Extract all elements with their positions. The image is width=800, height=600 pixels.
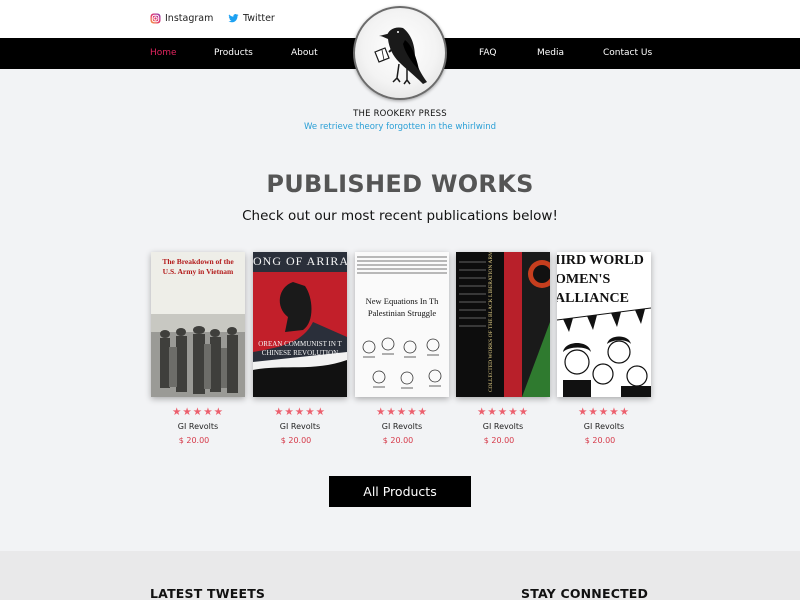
book-cover-gi-revolts[interactable]: The Breakdown of the U.S. Army in Vietna…	[151, 252, 245, 397]
product-title[interactable]: GI Revolts	[456, 422, 550, 431]
nav-about[interactable]: About	[291, 48, 318, 58]
rating-stars: ★★★★★	[171, 406, 225, 418]
nav-media[interactable]: Media	[537, 48, 564, 58]
pan-african-colors	[456, 252, 550, 397]
brand-name: THE ROOKERY PRESS	[353, 109, 447, 119]
product-price: $ 20.00	[584, 436, 616, 445]
product-price: $ 20.00	[483, 436, 515, 445]
women-illustration	[557, 307, 651, 397]
rating-stars: ★★★★★	[273, 406, 327, 418]
brand-tagline: We retrieve theory forgotten in the whir…	[303, 122, 496, 132]
twitter-link[interactable]: Twitter	[228, 13, 275, 24]
cover-title-line: Palestinian Struggle	[367, 308, 437, 318]
cover-title-line: ONG OF ARIRA	[253, 254, 347, 268]
product-price: $ 20.00	[280, 436, 312, 445]
instagram-icon	[150, 13, 161, 24]
cover-title-line: OREAN COMMUNIST IN T	[258, 340, 342, 348]
nav-contact-us[interactable]: Contact Us	[603, 48, 652, 58]
product-title[interactable]: GI Revolts	[557, 422, 651, 431]
instagram-label: Instagram	[165, 13, 214, 24]
rook-logo[interactable]	[353, 6, 447, 100]
footer	[0, 551, 800, 600]
published-works-title: PUBLISHED WORKS	[266, 170, 534, 198]
product-title[interactable]: GI Revolts	[151, 422, 245, 431]
rating-stars: ★★★★★	[375, 406, 429, 418]
nav-products[interactable]: Products	[214, 48, 253, 58]
book-cover-gi-revolts[interactable]: New Equations In Th Palestinian Struggle	[355, 252, 449, 397]
product-price: $ 20.00	[178, 436, 210, 445]
soldiers-photo	[151, 314, 245, 397]
portrait-sketches	[357, 256, 447, 389]
silhouette-art	[253, 252, 347, 397]
cover-title-line: COLLECTED WORKS OF THE BLACK LIBERATION …	[488, 252, 494, 392]
nav-home[interactable]: Home	[150, 48, 177, 58]
cover-title-line: New Equations In Th	[365, 296, 439, 306]
published-works-subtitle: Check out our most recent publications b…	[242, 208, 558, 224]
rating-stars: ★★★★★	[577, 406, 631, 418]
product-title[interactable]: GI Revolts	[253, 422, 347, 431]
cover-title-line: CHINESE REVOLUTION	[261, 349, 339, 357]
latest-tweets-heading: LATEST TWEETS	[150, 586, 266, 600]
book-cover-gi-revolts[interactable]: IIRD WORLD OMEN'S ALLIANCE	[557, 252, 651, 397]
product-price: $ 20.00	[382, 436, 414, 445]
book-cover-gi-revolts[interactable]: ONG OF ARIRA OREAN COMMUNIST IN T CHINES…	[253, 252, 347, 397]
stay-connected-heading: STAY CONNECTED	[521, 586, 649, 600]
rating-stars: ★★★★★	[476, 406, 530, 418]
instagram-link[interactable]: Instagram	[150, 13, 213, 24]
raven-reading-icon	[374, 27, 427, 85]
product-title[interactable]: GI Revolts	[355, 422, 449, 431]
twitter-label: Twitter	[243, 13, 275, 24]
nav-faq[interactable]: FAQ	[479, 48, 496, 58]
twitter-icon	[228, 13, 239, 24]
book-cover-gi-revolts[interactable]: COLLECTED WORKS OF THE BLACK LIBERATION …	[456, 252, 550, 397]
all-products-button[interactable]: All Products	[329, 476, 471, 507]
